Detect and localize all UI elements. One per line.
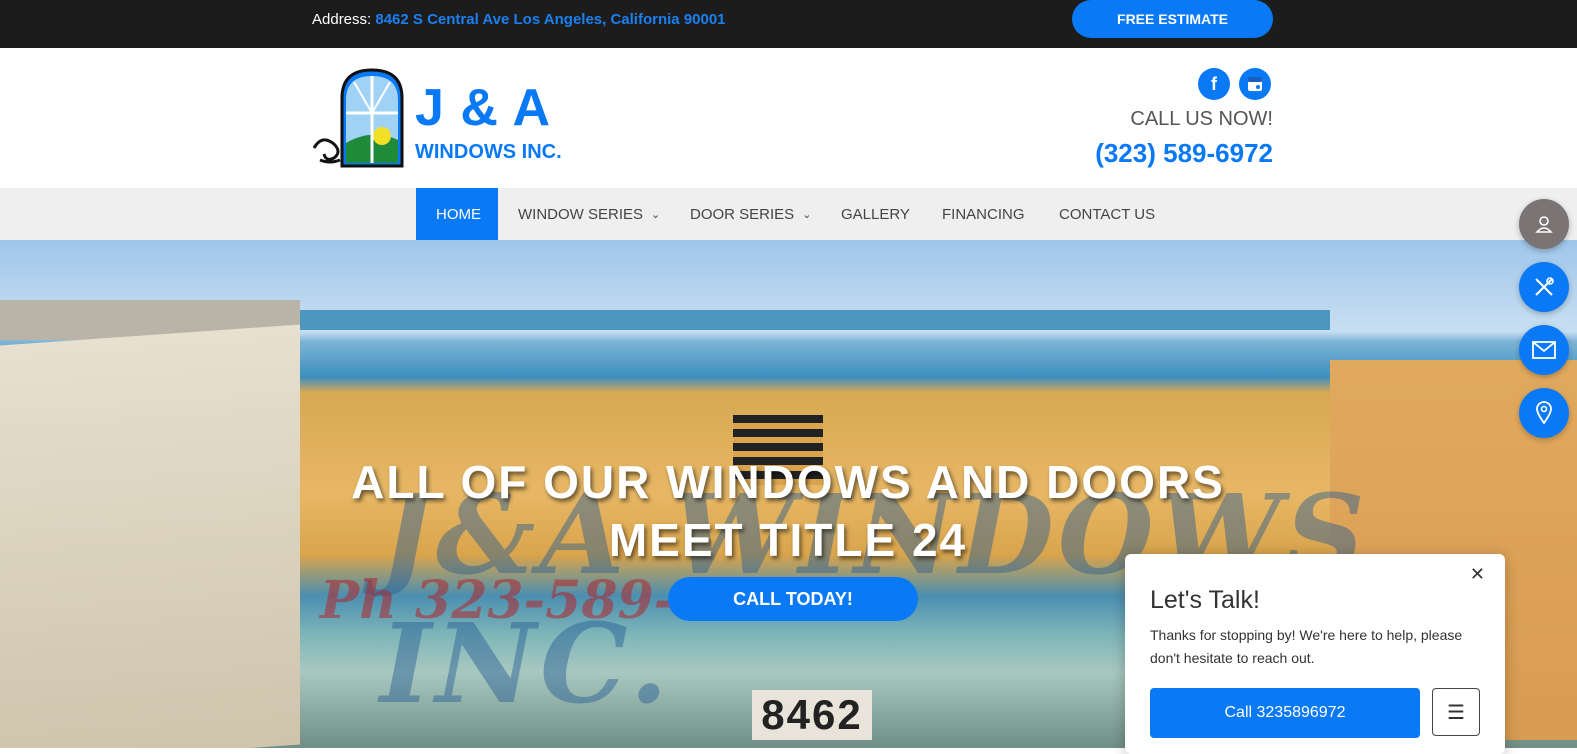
- header: J & A WINDOWS INC. f CALL US NOW! (323) …: [0, 48, 1577, 188]
- logo-subtitle: WINDOWS INC.: [415, 141, 562, 163]
- nav-item-door-series[interactable]: DOOR SERIES ⌄: [690, 188, 811, 240]
- map-pin-icon: [1536, 401, 1552, 425]
- building-number: 8462: [752, 690, 872, 740]
- storefront-icon: [1248, 77, 1262, 91]
- nav-item-label: DOOR SERIES: [690, 205, 795, 223]
- call-now-label: CALL US NOW!: [1130, 108, 1273, 130]
- logo-title: J & A: [415, 79, 551, 137]
- nav-item-label: CONTACT US: [1059, 205, 1156, 223]
- nav-item-window-series[interactable]: WINDOW SERIES ⌄: [518, 188, 660, 240]
- call-today-button[interactable]: CALL TODAY!: [668, 577, 918, 621]
- nav-item-label: HOME: [436, 205, 481, 223]
- main-nav: HOME WINDOW SERIES ⌄ DOOR SERIES ⌄ GALLE…: [0, 188, 1577, 240]
- logo[interactable]: J & A WINDOWS INC.: [312, 68, 582, 168]
- close-icon[interactable]: ✕: [1470, 564, 1485, 585]
- person-icon: [1535, 216, 1553, 233]
- address-label: Address:: [312, 11, 372, 28]
- free-estimate-button[interactable]: FREE ESTIMATE: [1072, 0, 1273, 38]
- address: Address: 8462 S Central Ave Los Angeles,…: [312, 11, 726, 28]
- google-business-icon[interactable]: [1239, 68, 1271, 100]
- tools-icon[interactable]: [1519, 262, 1569, 312]
- chevron-down-icon: ⌄: [651, 208, 661, 221]
- building-wall: [0, 324, 300, 748]
- mail-icon[interactable]: [1519, 325, 1569, 375]
- chat-message: Thanks for stopping by! We're here to he…: [1150, 627, 1463, 666]
- window-logo-icon: [312, 68, 404, 168]
- menu-icon[interactable]: ☰: [1432, 688, 1480, 736]
- facebook-icon[interactable]: f: [1198, 68, 1230, 100]
- nav-item-label: WINDOW SERIES: [518, 205, 644, 223]
- nav-item-financing[interactable]: FINANCING: [942, 188, 1025, 240]
- address-value[interactable]: 8462 S Central Ave Los Angeles, Californ…: [375, 11, 725, 28]
- hero-title-line1: ALL OF OUR WINDOWS AND DOORS: [351, 456, 1225, 508]
- hero-title: ALL OF OUR WINDOWS AND DOORS MEET TITLE …: [288, 453, 1288, 569]
- chat-widget: ✕ Let's Talk! Thanks for stopping by! We…: [1125, 554, 1505, 754]
- nav-item-gallery[interactable]: GALLERY: [841, 188, 910, 240]
- chat-title: Let's Talk!: [1150, 586, 1260, 614]
- user-icon[interactable]: [1519, 199, 1569, 249]
- location-icon[interactable]: [1519, 388, 1569, 438]
- nav-item-label: FINANCING: [942, 205, 1025, 223]
- building-trim: [300, 310, 1330, 330]
- chevron-down-icon: ⌄: [802, 208, 812, 221]
- nav-item-home[interactable]: HOME: [416, 188, 498, 240]
- chat-call-button[interactable]: Call 3235896972: [1150, 688, 1420, 738]
- top-bar: Address: 8462 S Central Ave Los Angeles,…: [0, 0, 1577, 48]
- wrench-screwdriver-icon: [1535, 277, 1554, 296]
- nav-item-label: GALLERY: [841, 205, 910, 223]
- header-phone[interactable]: (323) 589-6972: [1095, 138, 1273, 169]
- nav-item-contact-us[interactable]: CONTACT US: [1059, 188, 1155, 240]
- envelope-icon: [1532, 341, 1556, 359]
